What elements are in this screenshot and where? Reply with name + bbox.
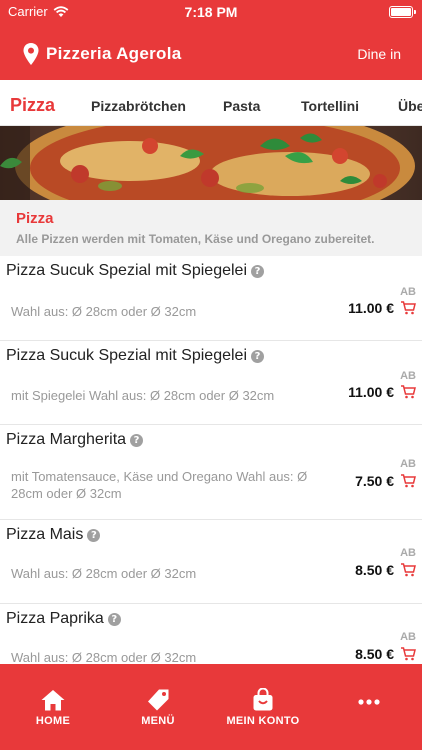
tab-tortellini[interactable]: Tortellini bbox=[301, 98, 359, 114]
app-header: Carrier 7:18 PM Pizzeria Agerola Dine in bbox=[0, 0, 422, 80]
category-image bbox=[0, 126, 422, 200]
nav-more[interactable] bbox=[324, 698, 414, 709]
price-prefix: AB bbox=[400, 631, 416, 643]
price-prefix: AB bbox=[400, 458, 416, 470]
status-bar: Carrier 7:18 PM bbox=[0, 0, 422, 24]
cart-icon[interactable] bbox=[400, 474, 416, 488]
cart-icon[interactable] bbox=[400, 301, 416, 315]
tag-icon bbox=[148, 689, 169, 711]
more-icon bbox=[358, 699, 380, 705]
tab-more[interactable]: Übe bbox=[398, 98, 422, 114]
product-name: Pizza Sucuk Spezial mit Spiegelei bbox=[6, 262, 248, 279]
product-item[interactable]: Pizza Sucuk Spezial mit Spiegelei? mit S… bbox=[0, 341, 422, 425]
info-icon[interactable]: ? bbox=[87, 528, 101, 542]
product-price: 8.50 € bbox=[355, 646, 394, 662]
nav-home-label: HOME bbox=[35, 715, 71, 727]
nav-menu[interactable]: MENÜ bbox=[113, 688, 203, 727]
product-item[interactable]: Pizza Mais? Wahl aus: Ø 28cm oder Ø 32cm… bbox=[0, 520, 422, 604]
category-description: Alle Pizzen werden mit Tomaten, Käse und… bbox=[16, 232, 375, 246]
category-tabs: Pizza Pizzabrötchen Pasta Tortellini Übe bbox=[0, 80, 422, 126]
price-prefix: AB bbox=[400, 370, 416, 382]
location-pin-icon[interactable] bbox=[22, 42, 40, 66]
bag-icon bbox=[253, 688, 273, 711]
category-title: Pizza bbox=[16, 210, 54, 227]
info-icon[interactable]: ? bbox=[251, 264, 265, 278]
product-description: Wahl aus: Ø 28cm oder Ø 32cm bbox=[11, 566, 197, 581]
cart-icon[interactable] bbox=[400, 385, 416, 399]
product-price: 11.00 € bbox=[348, 300, 394, 316]
product-name: Pizza Sucuk Spezial mit Spiegelei bbox=[6, 347, 248, 364]
price-prefix: AB bbox=[400, 286, 416, 298]
home-icon bbox=[41, 690, 65, 711]
tab-pizzabroetchen[interactable]: Pizzabrötchen bbox=[91, 98, 186, 114]
nav-account-label: MEIN KONTO bbox=[226, 715, 300, 727]
product-name: Pizza Paprika bbox=[6, 610, 104, 627]
product-name: Pizza Margherita bbox=[6, 431, 127, 448]
clock: 7:18 PM bbox=[184, 4, 238, 20]
product-price: 7.50 € bbox=[355, 473, 394, 489]
product-description: mit Tomatensauce, Käse und Oregano Wahl … bbox=[11, 469, 308, 501]
restaurant-title: Pizzeria Agerola bbox=[46, 44, 182, 63]
tab-pizza[interactable]: Pizza bbox=[10, 95, 55, 116]
product-description: Wahl aus: Ø 28cm oder Ø 32cm bbox=[11, 304, 197, 319]
price-prefix: AB bbox=[400, 547, 416, 559]
battery-icon bbox=[389, 6, 416, 18]
info-icon[interactable]: ? bbox=[107, 612, 121, 626]
product-list: Pizza Sucuk Spezial mit Spiegelei? Wahl … bbox=[0, 256, 422, 664]
tab-pasta[interactable]: Pasta bbox=[223, 98, 260, 114]
product-item[interactable]: Pizza Margherita? mit Tomatensauce, Käse… bbox=[0, 425, 422, 520]
product-price: 11.00 € bbox=[348, 384, 394, 400]
product-item[interactable]: Pizza Sucuk Spezial mit Spiegelei? Wahl … bbox=[0, 256, 422, 341]
category-info: Pizza Alle Pizzen werden mit Tomaten, Kä… bbox=[0, 200, 422, 256]
title-bar: Pizzeria Agerola Dine in bbox=[0, 30, 422, 76]
info-icon[interactable]: ? bbox=[251, 349, 265, 363]
cart-icon[interactable] bbox=[400, 563, 416, 577]
info-icon[interactable]: ? bbox=[130, 433, 144, 447]
bottom-navigation: HOME MENÜ MEIN KONTO bbox=[0, 664, 422, 750]
product-name: Pizza Mais bbox=[6, 526, 84, 543]
nav-home[interactable]: HOME bbox=[8, 688, 98, 727]
cart-icon[interactable] bbox=[400, 647, 416, 661]
product-item[interactable]: Pizza Paprika? Wahl aus: Ø 28cm oder Ø 3… bbox=[0, 604, 422, 664]
nav-account[interactable]: MEIN KONTO bbox=[218, 688, 308, 727]
dine-in-button[interactable]: Dine in bbox=[357, 46, 401, 62]
product-description: mit Spiegelei Wahl aus: Ø 28cm oder Ø 32… bbox=[11, 388, 275, 403]
product-description: Wahl aus: Ø 28cm oder Ø 32cm bbox=[11, 650, 197, 664]
product-price: 8.50 € bbox=[355, 562, 394, 578]
nav-menu-label: MENÜ bbox=[141, 715, 175, 727]
